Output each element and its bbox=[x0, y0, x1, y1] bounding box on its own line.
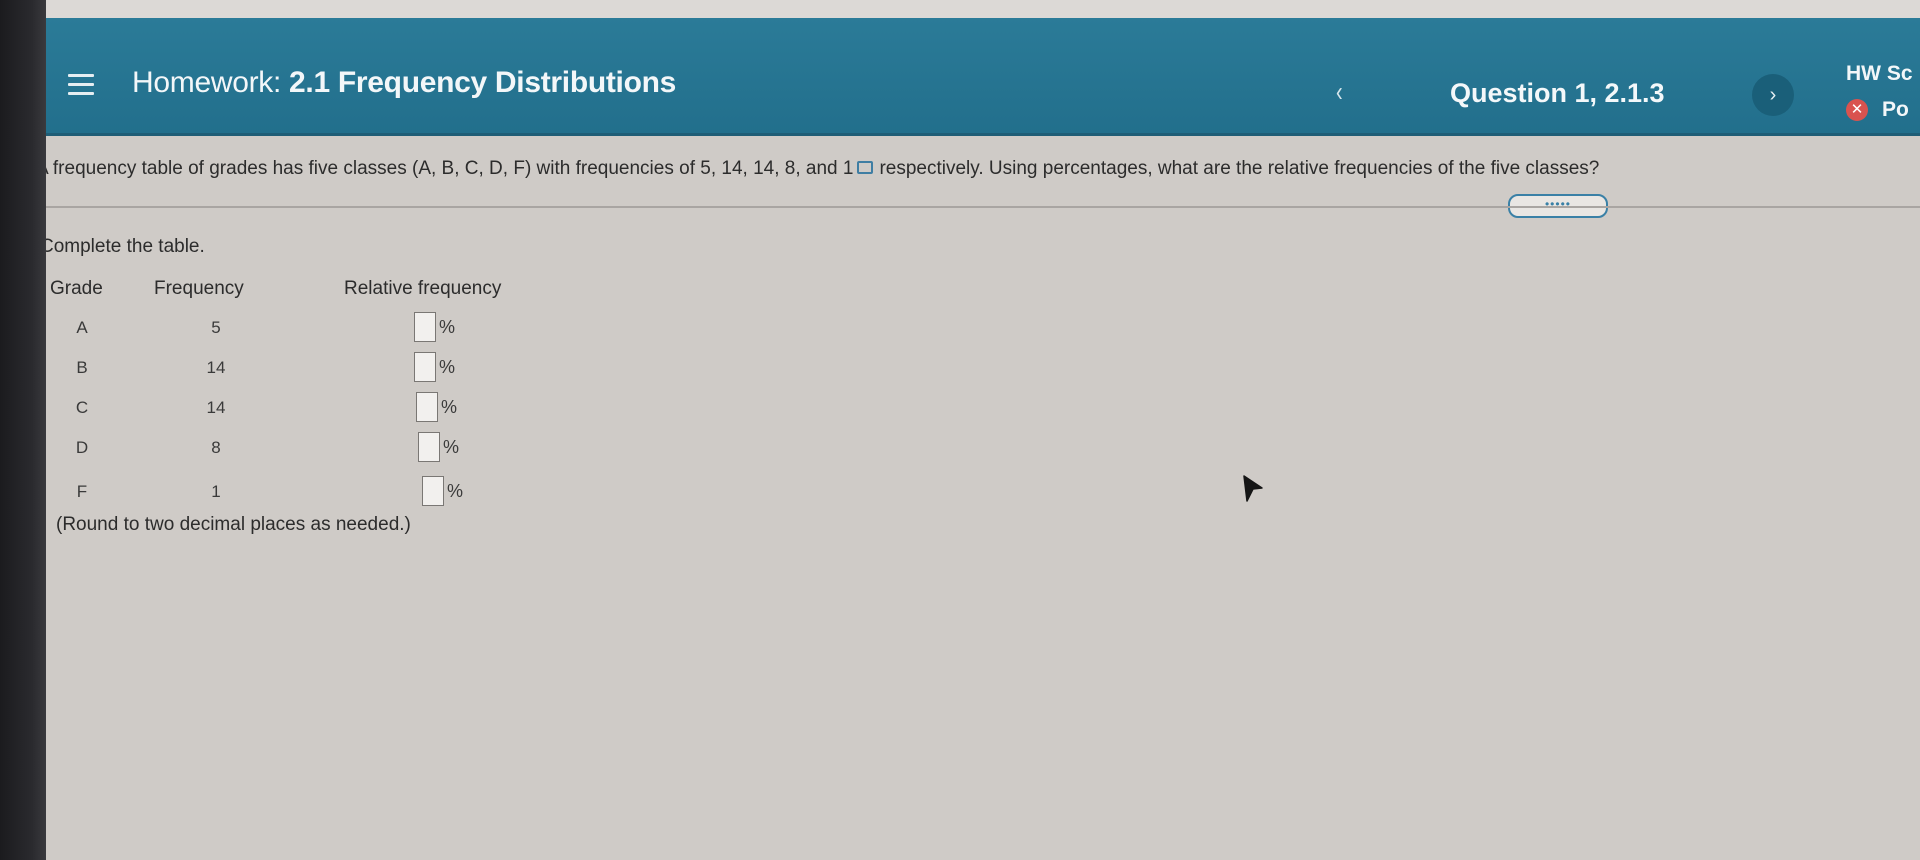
percent-sign: % bbox=[443, 436, 460, 457]
chevron-right-icon: › bbox=[1769, 84, 1777, 106]
top-strip bbox=[0, 0, 1920, 18]
percent-sign: % bbox=[439, 356, 456, 377]
relative-frequency-cell: % bbox=[422, 476, 463, 506]
instruction-text: Complete the table. bbox=[40, 236, 205, 257]
homework-name: 2.1 Frequency Distributions bbox=[289, 66, 677, 99]
homework-prefix: Homework: bbox=[132, 66, 281, 99]
grade-cell: A bbox=[76, 318, 88, 337]
prompt-text-part1: A frequency table of grades has five cla… bbox=[36, 158, 854, 179]
points-row: ✕ Po bbox=[1846, 98, 1909, 122]
frequency-cell: 5 bbox=[211, 318, 221, 337]
relative-frequency-input-f[interactable] bbox=[422, 476, 444, 506]
grade-cell: D bbox=[75, 438, 89, 457]
question-label[interactable]: Question 1, 2.1.3 bbox=[1450, 78, 1665, 109]
data-table-icon[interactable] bbox=[857, 161, 874, 175]
grade-cell: F bbox=[76, 482, 88, 501]
frequency-cell: 1 bbox=[211, 482, 221, 501]
points-label: Po bbox=[1882, 98, 1909, 121]
relative-frequency-input-c[interactable] bbox=[416, 392, 438, 422]
frequency-column-header: Frequency bbox=[154, 278, 244, 299]
relative-frequency-column-header: Relative frequency bbox=[344, 278, 502, 299]
relative-frequency-input-d[interactable] bbox=[418, 432, 440, 462]
grade-cell: B bbox=[76, 358, 88, 377]
homework-title: Homework: 2.1 Frequency Distributions bbox=[132, 66, 676, 100]
relative-frequency-input-a[interactable] bbox=[414, 312, 436, 342]
screen-bezel bbox=[0, 0, 46, 860]
question-prompt: A frequency table of grades has five cla… bbox=[36, 158, 1916, 180]
grade-cell: C bbox=[75, 398, 89, 417]
relative-frequency-cell: % bbox=[414, 352, 455, 382]
frequency-cell: 14 bbox=[206, 398, 226, 417]
relative-frequency-input-b[interactable] bbox=[414, 352, 436, 382]
mouse-cursor-icon bbox=[1243, 475, 1263, 502]
relative-frequency-cell: % bbox=[414, 312, 455, 342]
frequency-cell: 8 bbox=[211, 438, 221, 457]
percent-sign: % bbox=[441, 396, 458, 417]
grade-column-header: Grade bbox=[50, 278, 103, 299]
hw-score-label: HW Sc bbox=[1846, 62, 1913, 85]
next-question-button[interactable]: › bbox=[1752, 74, 1794, 116]
percent-sign: % bbox=[439, 316, 456, 337]
rounding-note: (Round to two decimal places as needed.) bbox=[56, 514, 411, 535]
prompt-text-part2: respectively. Using percentages, what ar… bbox=[879, 158, 1600, 179]
homework-header: Homework: 2.1 Frequency Distributions ‹ … bbox=[0, 18, 1920, 136]
relative-frequency-cell: % bbox=[416, 392, 457, 422]
relative-frequency-cell: % bbox=[418, 432, 459, 462]
close-circle-icon: ✕ bbox=[1846, 99, 1868, 122]
menu-icon[interactable] bbox=[68, 74, 94, 96]
percent-sign: % bbox=[447, 480, 464, 501]
chevron-left-icon[interactable]: ‹ bbox=[1336, 77, 1343, 109]
question-divider bbox=[38, 206, 1920, 208]
frequency-cell: 14 bbox=[206, 358, 226, 377]
